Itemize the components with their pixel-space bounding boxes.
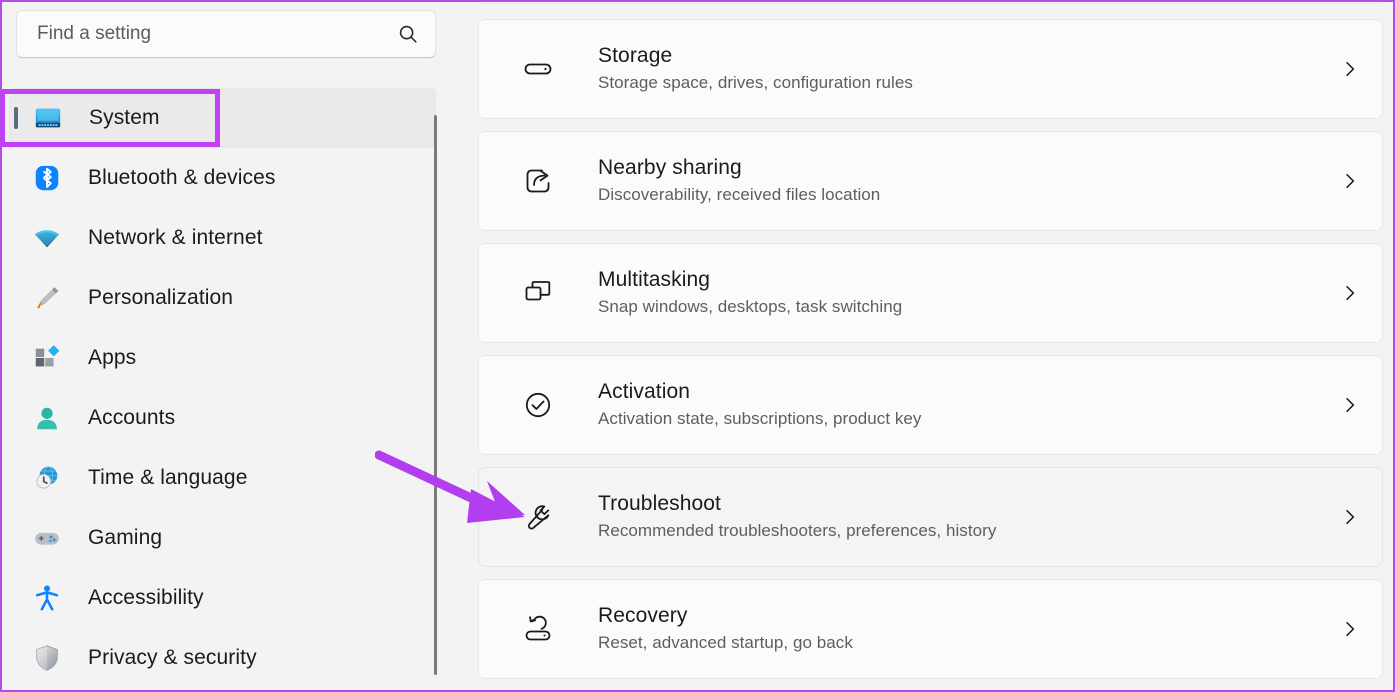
card-text-block: Storage Storage space, drives, configurat… [598, 43, 913, 95]
shield-icon [32, 643, 62, 673]
search-input[interactable] [17, 11, 357, 57]
card-subtitle: Discoverability, received files location [598, 185, 881, 205]
card-text-block: Troubleshoot Recommended troubleshooters,… [598, 491, 996, 543]
sidebar-item-label: Personalization [88, 286, 234, 309]
sidebar-item-privacy-security[interactable]: Privacy & security [9, 628, 436, 688]
settings-card-storage[interactable]: Storage Storage space, drives, configurat… [478, 19, 1383, 119]
card-title: Recovery [598, 603, 688, 627]
chevron-right-icon[interactable] [1340, 171, 1360, 191]
wifi-icon [32, 223, 62, 253]
system-monitor-icon [33, 103, 63, 133]
chevron-right-icon[interactable] [1340, 395, 1360, 415]
sidebar-scrollbar[interactable] [432, 90, 438, 675]
card-text-block: Activation Activation state, subscription… [598, 379, 921, 431]
hard-drive-icon [521, 52, 555, 86]
multitasking-windows-icon [521, 276, 555, 310]
sidebar-item-label: Time & language [88, 466, 248, 489]
settings-card-activation[interactable]: Activation Activation state, subscription… [478, 355, 1383, 455]
sidebar-item-label: Apps [88, 346, 137, 369]
apps-blocks-icon [32, 343, 62, 373]
settings-window: System Bluetooth & devices Network & int… [0, 0, 1395, 692]
sidebar-item-accounts[interactable]: Accounts [9, 388, 436, 448]
recovery-drive-icon [521, 612, 555, 646]
wrench-icon [521, 500, 555, 534]
sidebar-item-personalization[interactable]: Personalization [9, 268, 436, 328]
card-subtitle: Reset, advanced startup, go back [598, 633, 853, 653]
card-title: Activation [598, 379, 691, 403]
accessibility-icon [32, 583, 62, 613]
clock-globe-icon [32, 463, 62, 493]
settings-main-pane: Storage Storage space, drives, configurat… [445, 2, 1393, 690]
search-box[interactable] [16, 10, 436, 58]
chevron-right-icon[interactable] [1340, 283, 1360, 303]
sidebar-item-label: Privacy & security [88, 646, 257, 669]
sidebar-nav-list: System Bluetooth & devices Network & int… [2, 88, 445, 690]
check-circle-icon [521, 388, 555, 422]
sidebar-item-gaming[interactable]: Gaming [9, 508, 436, 568]
card-title: Storage [598, 43, 673, 67]
sidebar-item-network-internet[interactable]: Network & internet [9, 208, 436, 268]
sidebar: System Bluetooth & devices Network & int… [2, 2, 445, 690]
sidebar-item-bluetooth-devices[interactable]: Bluetooth & devices [9, 148, 436, 208]
card-subtitle: Storage space, drives, configuration rul… [598, 73, 913, 93]
person-icon [32, 403, 62, 433]
settings-card-multitasking[interactable]: Multitasking Snap windows, desktops, task… [478, 243, 1383, 343]
chevron-right-icon[interactable] [1340, 59, 1360, 79]
settings-card-recovery[interactable]: Recovery Reset, advanced startup, go back [478, 579, 1383, 679]
card-subtitle: Activation state, subscriptions, product… [598, 409, 922, 429]
card-text-block: Recovery Reset, advanced startup, go back [598, 603, 853, 655]
sidebar-item-system[interactable]: System [9, 88, 436, 148]
chevron-right-icon[interactable] [1340, 507, 1360, 527]
gamepad-icon [32, 523, 62, 553]
sidebar-item-time-language[interactable]: Time & language [9, 448, 436, 508]
card-text-block: Multitasking Snap windows, desktops, task… [598, 267, 902, 319]
sidebar-item-label: System [89, 106, 160, 129]
chevron-right-icon[interactable] [1340, 619, 1360, 639]
card-text-block: Nearby sharing Discoverability, received … [598, 155, 880, 207]
card-clipped-above [478, 2, 1383, 4]
settings-card-troubleshoot[interactable]: Troubleshoot Recommended troubleshooters,… [478, 467, 1383, 567]
settings-card-nearby-sharing[interactable]: Nearby sharing Discoverability, received … [478, 131, 1383, 231]
sidebar-scrollbar-thumb[interactable] [434, 115, 437, 675]
sidebar-item-label: Accounts [88, 406, 176, 429]
sidebar-item-label: Accessibility [88, 586, 204, 609]
share-icon [521, 164, 555, 198]
selected-indicator-pill [14, 107, 18, 129]
sidebar-item-label: Network & internet [88, 226, 263, 249]
sidebar-item-label: Bluetooth & devices [88, 166, 276, 189]
paintbrush-icon [32, 283, 62, 313]
card-title: Troubleshoot [598, 491, 721, 515]
sidebar-item-accessibility[interactable]: Accessibility [9, 568, 436, 628]
bluetooth-icon [32, 163, 62, 193]
sidebar-item-label: Gaming [88, 526, 163, 549]
card-title: Nearby sharing [598, 155, 742, 179]
search-container[interactable] [16, 10, 436, 58]
search-icon[interactable] [397, 23, 419, 45]
sidebar-item-apps[interactable]: Apps [9, 328, 436, 388]
card-subtitle: Recommended troubleshooters, preferences… [598, 521, 997, 541]
card-title: Multitasking [598, 267, 711, 291]
card-subtitle: Snap windows, desktops, task switching [598, 297, 903, 317]
